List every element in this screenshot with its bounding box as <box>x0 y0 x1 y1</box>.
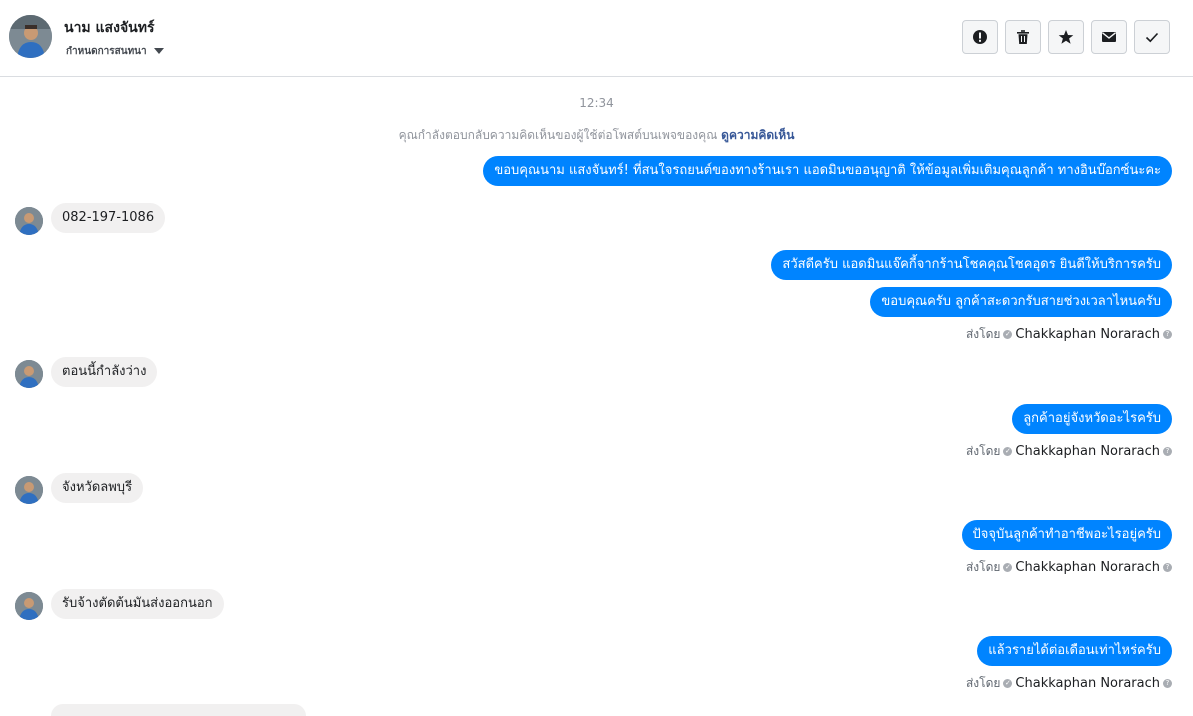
sent-by-label: ส่งโดย <box>965 327 1001 341</box>
contact-avatar[interactable] <box>9 15 52 58</box>
contact-name[interactable]: นาม แสงจันทร์ <box>64 17 154 39</box>
verified-icon: ✓ <box>1003 330 1013 339</box>
envelope-icon <box>1102 32 1116 42</box>
sender-avatar <box>15 360 43 388</box>
view-comment-link[interactable]: ดูความคิดเห็น <box>721 128 794 142</box>
outgoing-message[interactable]: ขอบคุณนาม แสงจันทร์! ที่สนใจรถยนต์ของทาง… <box>483 156 1172 186</box>
mark-done-button[interactable] <box>1134 20 1170 54</box>
sender-avatar <box>15 476 43 504</box>
sent-by-label: ส่งโดย <box>965 560 1001 574</box>
help-icon[interactable]: ? <box>1163 330 1172 339</box>
sent-by-info: ส่งโดย ✓ Chakkaphan Norarach ? <box>966 674 1172 693</box>
check-icon <box>1145 32 1159 43</box>
sent-by-info: ส่งโดย ✓ Chakkaphan Norarach ? <box>966 325 1172 344</box>
help-icon[interactable]: ? <box>1163 679 1172 688</box>
outgoing-message[interactable]: ขอบคุณครับ ลูกค้าสะดวกรับสายช่วงเวลาไหนค… <box>870 287 1172 317</box>
outgoing-message[interactable]: แล้วรายได้ต่อเดือนเท่าไหร่ครับ <box>977 636 1172 666</box>
delete-button[interactable] <box>1005 20 1041 54</box>
reply-context-text: คุณกำลังตอบกลับความคิดเห็นของผู้ใช้ต่อโพ… <box>398 128 718 142</box>
conversation-options-label: กำหนดการสนทนา <box>66 46 147 57</box>
agent-name: Chakkaphan Norarach <box>1015 327 1160 342</box>
verified-icon: ✓ <box>1003 447 1013 456</box>
agent-name: Chakkaphan Norarach <box>1015 444 1160 459</box>
sent-by-info: ส่งโดย ✓ Chakkaphan Norarach ? <box>966 442 1172 461</box>
exclamation-icon <box>973 30 987 44</box>
star-icon <box>1058 30 1074 44</box>
incoming-message[interactable]: จังหวัดลพบุรี <box>51 473 144 503</box>
help-icon[interactable]: ? <box>1163 563 1172 572</box>
outgoing-message[interactable]: ปัจจุบันลูกค้าทำอาชีพอะไรอยู่ครับ <box>961 520 1172 550</box>
incoming-message[interactable]: รับจ้างตัดต้นมันส่งออกนอก <box>51 589 224 619</box>
sender-avatar <box>15 592 43 620</box>
incoming-message-partial <box>51 704 306 716</box>
outgoing-message[interactable]: ลูกค้าอยู่จังหวัดอะไรครับ <box>1012 404 1172 434</box>
conversation-header: นาม แสงจันทร์ กำหนดการสนทนา <box>0 0 1193 77</box>
sent-by-label: ส่งโดย <box>965 444 1001 458</box>
conversation-options-dropdown[interactable]: กำหนดการสนทนา <box>66 44 166 58</box>
verified-icon: ✓ <box>1003 679 1013 688</box>
agent-name: Chakkaphan Norarach <box>1015 560 1160 575</box>
incoming-message[interactable]: 082-197-1086 <box>51 203 166 233</box>
message-timestamp: 12:34 <box>579 96 614 110</box>
sent-by-info: ส่งโดย ✓ Chakkaphan Norarach ? <box>966 558 1172 577</box>
sender-avatar <box>15 207 43 235</box>
sent-by-label: ส่งโดย <box>965 676 1001 690</box>
verified-icon: ✓ <box>1003 563 1013 572</box>
star-button[interactable] <box>1048 20 1084 54</box>
reply-context-note: คุณกำลังตอบกลับความคิดเห็นของผู้ใช้ต่อโพ… <box>0 126 1193 145</box>
mark-unread-button[interactable] <box>1091 20 1127 54</box>
agent-name: Chakkaphan Norarach <box>1015 676 1160 691</box>
trash-icon <box>1017 30 1029 44</box>
report-button[interactable] <box>962 20 998 54</box>
help-icon[interactable]: ? <box>1163 447 1172 456</box>
incoming-message[interactable]: ตอนนี้กำลังว่าง <box>51 357 158 387</box>
caret-down-icon <box>154 48 164 54</box>
outgoing-message[interactable]: สวัสดีครับ แอดมินแจ๊คกี้จากร้านโชคคุณโชค… <box>771 250 1172 280</box>
